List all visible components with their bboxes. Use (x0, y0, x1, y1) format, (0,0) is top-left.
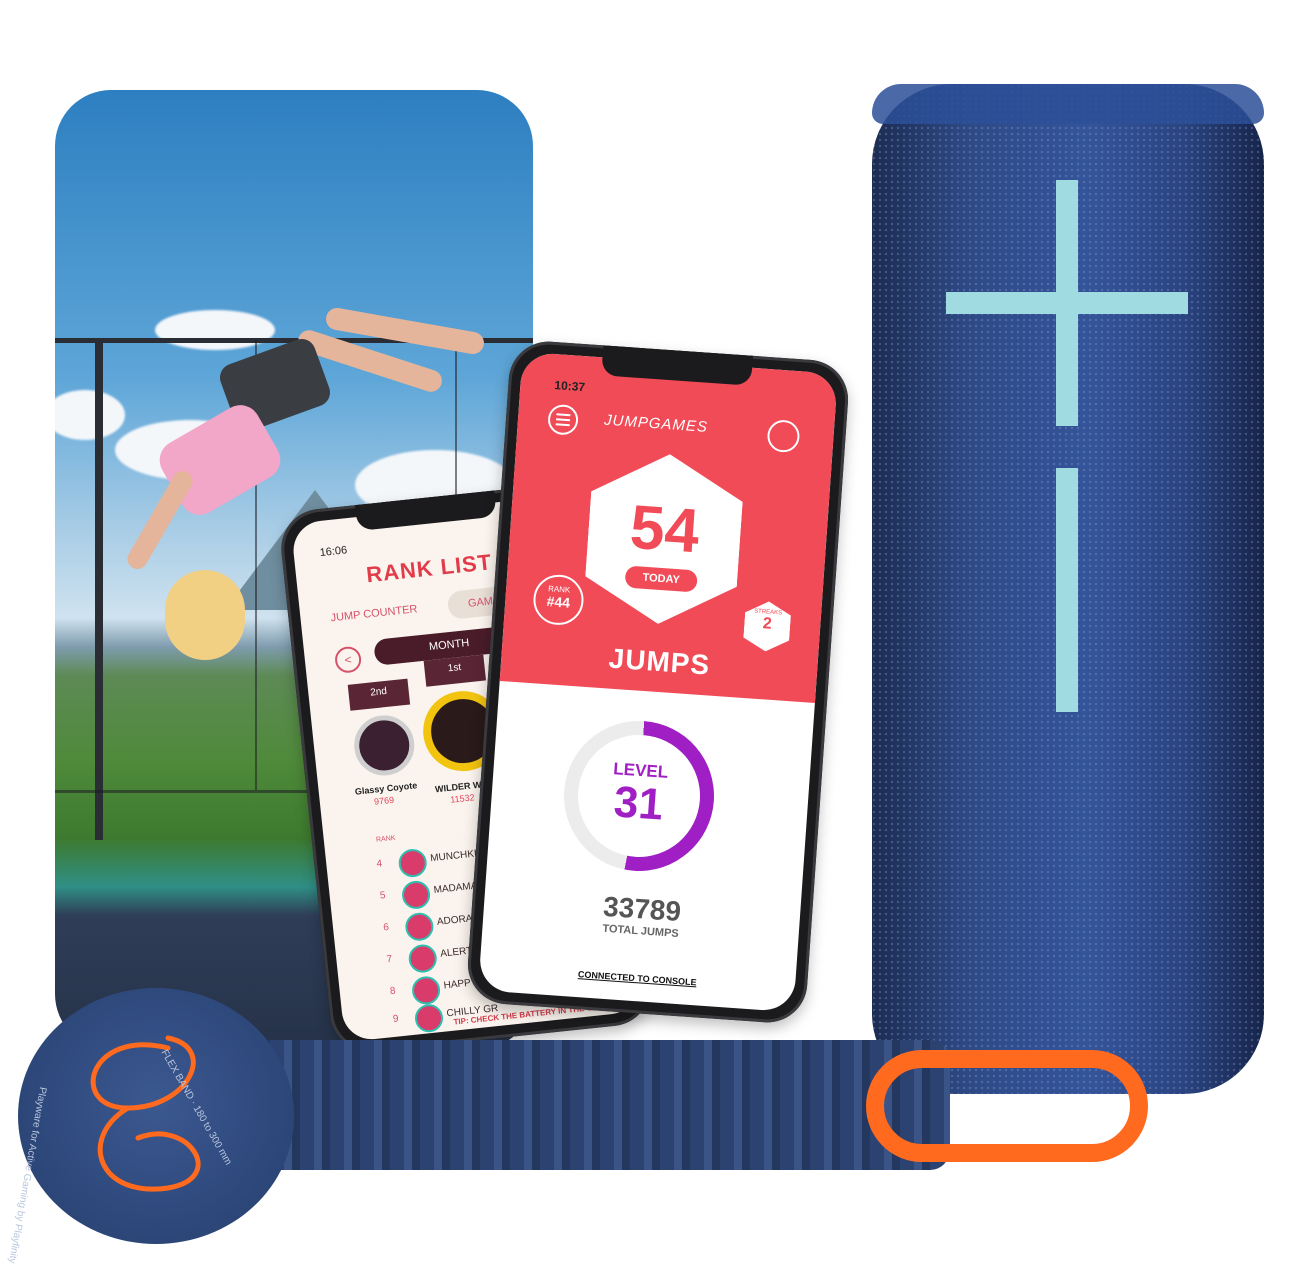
avatar (351, 712, 418, 779)
podium-place-1: 1st (423, 654, 487, 687)
jump-screen: 10:37 JUMPGAMES 54 TODAY RANK #44 STREAK… (478, 351, 838, 1013)
avatar (397, 847, 429, 879)
status-time: 10:37 (553, 378, 586, 395)
rank-value: #44 (546, 593, 571, 611)
orange-strap-loop (866, 1050, 1148, 1162)
rank-number: 6 (382, 921, 390, 934)
podium-name-2: Glassy Coyote (354, 780, 418, 797)
rank-number: 8 (389, 985, 397, 998)
playfinity-logo-icon (90, 1035, 201, 1192)
volume-up-icon-bar (946, 292, 1188, 314)
rank-number: 4 (376, 858, 383, 870)
avatar (407, 943, 439, 974)
back-chevron-icon[interactable]: < (333, 645, 363, 675)
rank-number: 9 (392, 1013, 400, 1025)
avatar (400, 879, 432, 911)
rank-column-header: RANK (375, 834, 396, 844)
tab-jump-counter[interactable]: JUMP COUNTER (330, 603, 418, 624)
podium-score-1: 11532 (449, 792, 476, 805)
jump-stats-phone: 10:37 JUMPGAMES 54 TODAY RANK #44 STREAK… (465, 338, 851, 1026)
avatar (413, 1002, 445, 1034)
sensor-disc: FLEX BAND · 180 to 300 mm Playware for A… (6, 988, 294, 1264)
jumps-today-count: 54 (627, 492, 702, 567)
podium-score-2: 9769 (373, 794, 395, 807)
streaks-value: 2 (762, 615, 773, 633)
status-time: 16:06 (319, 544, 348, 560)
rank-number: 5 (379, 890, 387, 902)
volume-down-icon (1056, 468, 1078, 712)
level-value: 31 (612, 777, 665, 830)
rank-number: 7 (386, 953, 393, 966)
podium-place-2: 2nd (347, 678, 411, 711)
rank-list-title: RANK LIST (365, 549, 494, 588)
connection-status: CONNECTED TO CONSOLE (577, 969, 697, 988)
avatar (404, 911, 435, 943)
speaker-top-cap (872, 84, 1264, 124)
